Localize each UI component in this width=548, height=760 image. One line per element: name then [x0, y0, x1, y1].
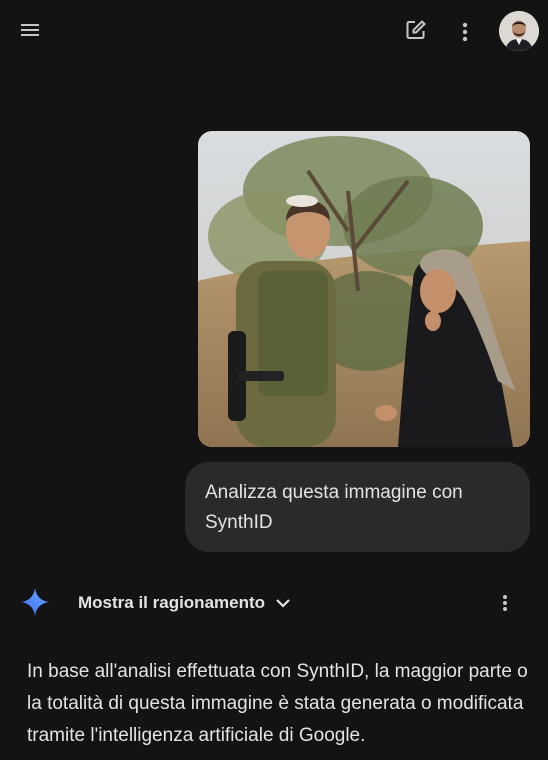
top-bar [0, 0, 548, 62]
user-prompt-bubble: Analizza questa immagine con SynthID [185, 462, 530, 552]
user-prompt-text: Analizza questa immagine con SynthID [205, 482, 463, 533]
uploaded-photo[interactable] [198, 131, 530, 447]
hamburger-menu-icon[interactable] [14, 14, 46, 46]
chat-app: Analizza questa immagine con SynthID Mos… [0, 0, 548, 760]
reasoning-label: Mostra il ragionamento [78, 593, 266, 612]
gemini-spark-icon [19, 586, 51, 618]
user-avatar[interactable] [499, 11, 539, 51]
assistant-response: In base all'analisi effettuata con Synth… [27, 661, 528, 746]
chevron-down-icon [275, 593, 291, 613]
new-chat-edit-icon[interactable] [400, 14, 432, 46]
more-vertical-icon[interactable] [449, 14, 481, 50]
response-options-icon[interactable] [494, 589, 516, 617]
show-reasoning-toggle[interactable]: Mostra il ragionamento [78, 590, 291, 616]
